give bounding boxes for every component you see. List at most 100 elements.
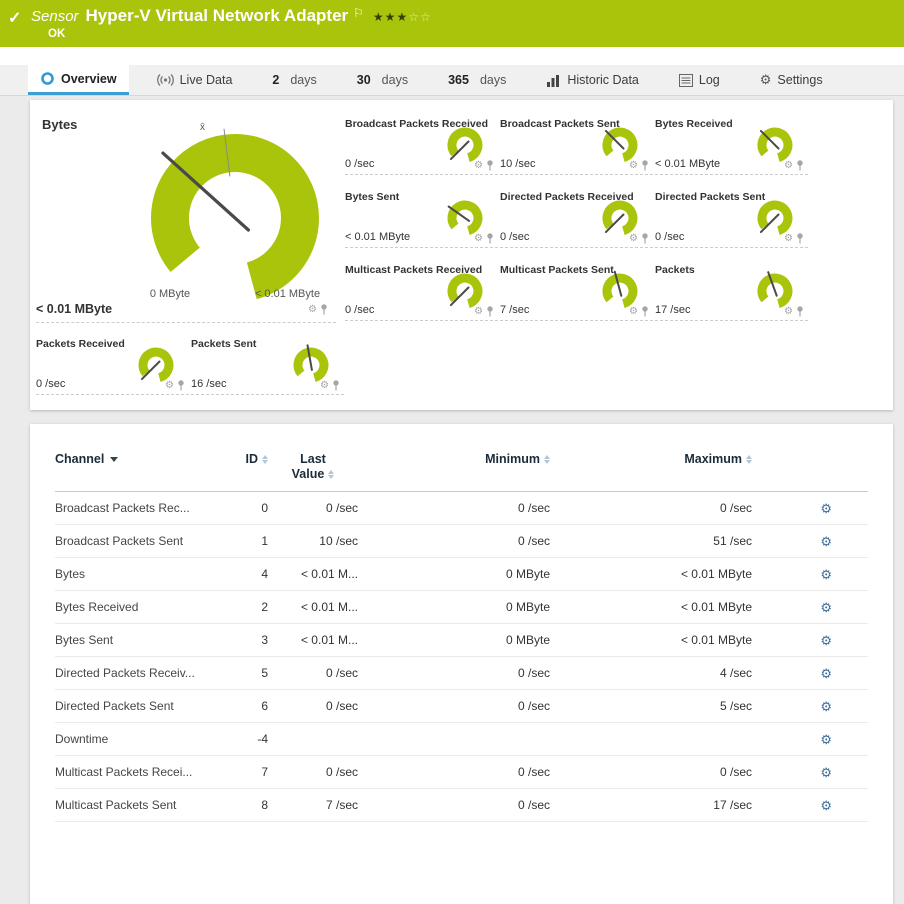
column-header-channel[interactable]: Channel xyxy=(55,452,240,466)
channel-settings-icon[interactable]: ⚙ xyxy=(752,667,868,680)
pin-icon[interactable] xyxy=(320,304,328,315)
gauge-settings-icon[interactable]: ⚙ xyxy=(629,233,638,244)
status-check-icon: ✓ xyxy=(8,10,22,27)
gauge-settings-icon[interactable]: ⚙ xyxy=(474,233,483,244)
table-row[interactable]: Bytes Sent 3 < 0.01 M... 0 MByte < 0.01 … xyxy=(55,624,868,657)
table-row[interactable]: Broadcast Packets Sent 1 10 /sec 0 /sec … xyxy=(55,525,868,558)
table-row[interactable]: Multicast Packets Recei... 7 0 /sec 0 /s… xyxy=(55,756,868,789)
gauge-settings-icon[interactable]: ⚙ xyxy=(784,306,793,317)
sort-desc-icon xyxy=(110,456,119,462)
pin-icon[interactable] xyxy=(796,233,804,244)
tab-live-data[interactable]: Live Data xyxy=(145,65,245,95)
sensor-title: Hyper-V Virtual Network Adapter xyxy=(85,6,349,25)
gauge-settings-icon[interactable]: ⚙ xyxy=(308,304,317,315)
table-row[interactable]: Bytes 4 < 0.01 M... 0 MByte < 0.01 MByte… xyxy=(55,558,868,591)
sort-icon xyxy=(328,470,335,480)
channel-settings-icon[interactable]: ⚙ xyxy=(752,799,868,812)
tab-365-days[interactable]: 365 days xyxy=(436,65,518,95)
channel-last-value: 10 /sec xyxy=(319,534,358,548)
channel-name[interactable]: Multicast Packets Sent xyxy=(55,798,240,812)
gauge-icons: ⚙ xyxy=(784,233,804,244)
overview-icon xyxy=(41,72,54,85)
tab-label: days xyxy=(290,73,317,87)
channel-settings-icon[interactable]: ⚙ xyxy=(752,502,868,515)
gauge-separator xyxy=(345,174,498,175)
channel-id: 2 xyxy=(261,600,268,614)
flag-icon[interactable]: ⚐ xyxy=(353,6,364,20)
gauge-settings-icon[interactable]: ⚙ xyxy=(320,380,329,391)
gauge-icons: ⚙ xyxy=(320,380,340,391)
channel-settings-icon[interactable]: ⚙ xyxy=(752,700,868,713)
channel-maximum: < 0.01 MByte xyxy=(680,567,752,581)
channel-name[interactable]: Broadcast Packets Sent xyxy=(55,534,240,548)
gauge-card: Bytes Received < 0.01 MByte ⚙ xyxy=(655,116,810,189)
pin-icon[interactable] xyxy=(641,306,649,317)
channel-last-value: < 0.01 M... xyxy=(300,633,358,647)
channel-settings-icon[interactable]: ⚙ xyxy=(752,601,868,614)
channel-name[interactable]: Bytes Received xyxy=(55,600,240,614)
channel-settings-icon[interactable]: ⚙ xyxy=(752,766,868,779)
pin-icon[interactable] xyxy=(796,306,804,317)
channel-name[interactable]: Multicast Packets Recei... xyxy=(55,765,240,779)
tab-30-days[interactable]: 30 days xyxy=(345,65,420,95)
pin-icon[interactable] xyxy=(177,380,185,391)
channel-name[interactable]: Directed Packets Sent xyxy=(55,699,240,713)
gauge-value: < 0.01 MByte xyxy=(345,231,411,243)
channel-name[interactable]: Directed Packets Receiv... xyxy=(55,666,240,680)
pin-icon[interactable] xyxy=(332,380,340,391)
tab-overview[interactable]: Overview xyxy=(28,65,129,95)
tab-log[interactable]: Log xyxy=(667,65,732,95)
channel-name[interactable]: Broadcast Packets Rec... xyxy=(55,501,240,515)
gauge-card: Directed Packets Received 0 /sec ⚙ xyxy=(500,189,655,262)
pin-icon[interactable] xyxy=(486,306,494,317)
channel-maximum: 51 /sec xyxy=(713,534,752,548)
priority-stars[interactable]: ★★★☆☆ xyxy=(373,10,432,24)
pin-icon[interactable] xyxy=(641,233,649,244)
gauge-settings-icon[interactable]: ⚙ xyxy=(784,233,793,244)
pin-icon[interactable] xyxy=(486,160,494,171)
gauge-settings-icon[interactable]: ⚙ xyxy=(629,306,638,317)
table-row[interactable]: Multicast Packets Sent 8 7 /sec 0 /sec 1… xyxy=(55,789,868,822)
channel-name[interactable]: Bytes Sent xyxy=(55,633,240,647)
channel-settings-icon[interactable]: ⚙ xyxy=(752,568,868,581)
tab-settings[interactable]: ⚙ Settings xyxy=(748,65,835,95)
column-header-last-value[interactable]: Last Value xyxy=(268,452,358,482)
channel-last-value: 0 /sec xyxy=(325,699,358,713)
gauge-settings-icon[interactable]: ⚙ xyxy=(474,160,483,171)
gauge-card: Directed Packets Sent 0 /sec ⚙ xyxy=(655,189,810,262)
channel-last-value: 7 /sec xyxy=(325,798,358,812)
gauge-panel-title: Bytes xyxy=(42,117,78,132)
gauge-settings-icon[interactable]: ⚙ xyxy=(784,160,793,171)
column-header-maximum[interactable]: Maximum xyxy=(550,452,752,466)
pin-icon[interactable] xyxy=(796,160,804,171)
channel-settings-icon[interactable]: ⚙ xyxy=(752,634,868,647)
tab-historic-data[interactable]: Historic Data xyxy=(534,65,651,95)
channel-name[interactable]: Bytes xyxy=(55,567,240,581)
channel-minimum: 0 /sec xyxy=(517,534,550,548)
gauge-settings-icon[interactable]: ⚙ xyxy=(629,160,638,171)
gauge-value: 16 /sec xyxy=(191,378,227,390)
settings-icon: ⚙ xyxy=(759,72,772,87)
tab-number: 2 xyxy=(272,73,280,87)
gauge-separator xyxy=(36,394,189,395)
table-row[interactable]: Broadcast Packets Rec... 0 0 /sec 0 /sec… xyxy=(55,492,868,525)
table-row[interactable]: Directed Packets Receiv... 5 0 /sec 0 /s… xyxy=(55,657,868,690)
column-label: Channel xyxy=(55,452,105,466)
channel-settings-icon[interactable]: ⚙ xyxy=(752,535,868,548)
pin-icon[interactable] xyxy=(641,160,649,171)
pin-icon[interactable] xyxy=(486,233,494,244)
table-row[interactable]: Bytes Received 2 < 0.01 M... 0 MByte < 0… xyxy=(55,591,868,624)
table-row[interactable]: Downtime -4 ⚙ xyxy=(55,723,868,756)
tab-2-days[interactable]: 2 days xyxy=(260,65,328,95)
channel-settings-icon[interactable]: ⚙ xyxy=(752,733,868,746)
channel-name[interactable]: Downtime xyxy=(55,732,240,746)
table-row[interactable]: Directed Packets Sent 6 0 /sec 0 /sec 5 … xyxy=(55,690,868,723)
gauge-settings-icon[interactable]: ⚙ xyxy=(165,380,174,391)
column-header-minimum[interactable]: Minimum xyxy=(358,452,550,466)
column-header-id[interactable]: ID xyxy=(240,452,268,466)
gauge-card: Bytes Sent < 0.01 MByte ⚙ xyxy=(345,189,500,262)
gauge-settings-icon[interactable]: ⚙ xyxy=(474,306,483,317)
gauge-card: Packets 17 /sec ⚙ xyxy=(655,262,810,335)
gauge-card: Broadcast Packets Received 0 /sec ⚙ xyxy=(345,116,500,189)
gauge-title: Bytes Received xyxy=(655,118,733,130)
